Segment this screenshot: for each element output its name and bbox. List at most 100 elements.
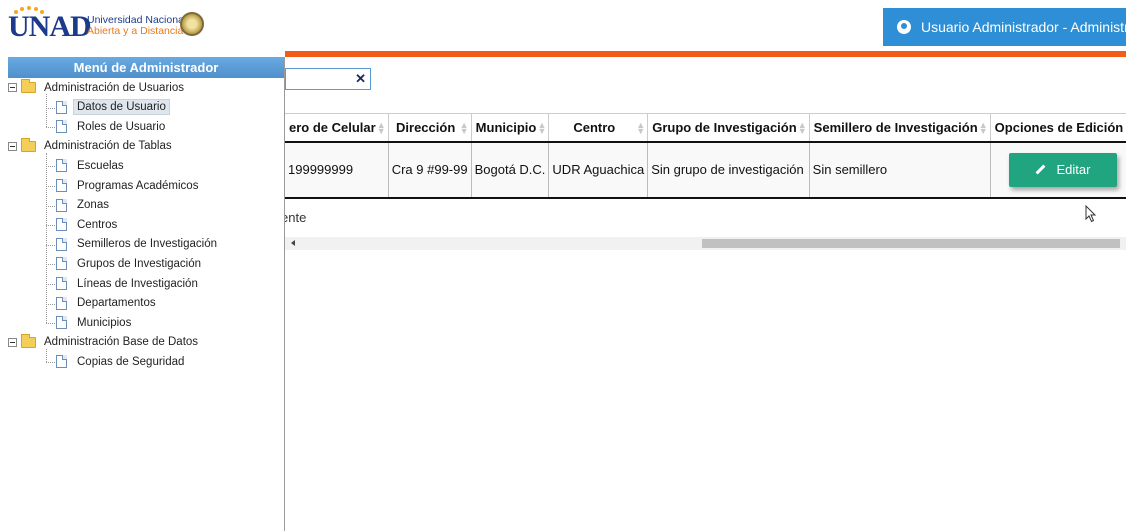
table-header-row: ero de Celular ▲ ▼ Dirección ▲ ▼ Municipio ▲ ▼ Ce… — [285, 113, 1126, 143]
menu-item[interactable]: Escuelas — [56, 156, 128, 175]
document-icon — [56, 296, 67, 310]
logo-text: UNAD — [8, 10, 92, 43]
collapse-icon[interactable] — [8, 337, 17, 347]
menu-item-label: Municipios — [77, 316, 132, 329]
column-header[interactable]: Semillero de Investigación ▲ ▼ — [809, 113, 991, 143]
document-icon — [56, 355, 67, 369]
menu-item[interactable]: Grupos de Investigación — [56, 254, 205, 273]
tree-connector — [46, 323, 55, 325]
tree-connector — [46, 205, 55, 207]
menu-item-label: Grupos de Investigación — [77, 257, 202, 270]
tree-connector — [46, 166, 55, 168]
table-cell: Cra 9 #99-99 — [388, 141, 472, 199]
document-icon — [56, 277, 67, 290]
menu-item-label: Escuelas — [77, 159, 124, 172]
menu-group-label: Administración Base de Datos — [44, 336, 199, 349]
unad-logo[interactable]: UNAD Universidad Nacional Abierta y a Di… — [8, 6, 228, 48]
sort-icon[interactable]: ▲▼ — [798, 121, 807, 136]
menu-group[interactable]: Administración de Usuarios — [8, 78, 188, 97]
document-icon — [56, 257, 67, 271]
column-header-label: ero de Celular — [289, 119, 376, 135]
table-cell: 199999999 — [285, 141, 389, 199]
menu-item-label: Departamentos — [77, 297, 156, 310]
close-icon[interactable]: ✕ — [355, 72, 366, 86]
menu-item[interactable]: Zonas — [56, 196, 113, 215]
university-name-line2: Abierta y a Distancia — [87, 25, 184, 37]
menu-group-label: Administración de Tablas — [44, 140, 172, 153]
table-cell: Sin grupo de investigación — [647, 141, 810, 199]
admin-sidebar: Menú de Administrador Administración de … — [8, 57, 285, 531]
sort-icon[interactable]: ▲▼ — [979, 121, 988, 136]
table-cell: Sin semillero — [809, 141, 991, 199]
sort-icon[interactable]: ▲▼ — [460, 121, 469, 136]
tree-connector — [46, 107, 55, 109]
menu-item[interactable]: Centros — [56, 215, 121, 234]
collapse-icon[interactable] — [8, 141, 17, 151]
document-icon — [56, 100, 67, 114]
menu-group[interactable]: Administración de Tablas — [8, 137, 176, 156]
document-icon — [56, 218, 67, 232]
column-header[interactable]: Centro ▲ ▼ — [548, 113, 649, 143]
column-header-label: Dirección — [396, 119, 456, 135]
sort-icon[interactable]: ▲▼ — [377, 121, 386, 136]
column-header[interactable]: Municipio ▲ ▼ — [471, 113, 550, 143]
collapse-icon[interactable] — [8, 83, 17, 92]
table-cell: UDR Aguachica — [548, 141, 649, 199]
tree-connector — [46, 94, 47, 128]
menu-item[interactable]: Copias de Seguridad — [56, 352, 188, 371]
menu-item-label: Zonas — [77, 199, 109, 212]
column-header[interactable]: ero de Celular ▲ ▼ — [285, 113, 389, 143]
sort-icon[interactable]: ▲▼ — [636, 121, 645, 136]
column-header[interactable]: Opciones de Edición▲▼ — [990, 113, 1126, 143]
university-name: Universidad Nacional Abierta y a Distanc… — [87, 15, 186, 37]
menu-item[interactable]: Semilleros de Investigación — [56, 235, 221, 254]
app-window: UNAD Universidad Nacional Abierta y a Di… — [0, 0, 1126, 531]
tree-connector — [46, 348, 47, 363]
horizontal-scrollbar[interactable] — [285, 237, 1126, 250]
menu-item-label: Datos de Usuario — [73, 99, 170, 116]
scroll-thumb[interactable] — [702, 239, 1120, 248]
table-row: 199999999 Cra 9 #99-99 Bogotá D.C. UDR Agua… — [285, 141, 1126, 199]
table-cell: Bogotá D.C. — [471, 141, 550, 199]
folder-icon — [21, 137, 36, 152]
menu-item[interactable]: Datos de Usuario — [56, 98, 170, 117]
menu-item[interactable]: Roles de Usuario — [56, 117, 169, 136]
column-header[interactable]: Dirección ▲ ▼ — [388, 113, 472, 143]
tree-connector — [46, 284, 55, 285]
tree-connector — [46, 264, 55, 266]
menu-group[interactable]: Administración Base de Datos — [8, 333, 202, 352]
menu-item-label: Líneas de Investigación — [77, 277, 198, 290]
user-menu-button[interactable]: Usuario Administrador - Administrador — [883, 8, 1126, 46]
menu-item[interactable]: Departamentos — [56, 294, 160, 313]
column-header-label: Grupo de Investigación — [652, 119, 797, 135]
document-icon — [56, 159, 67, 173]
sort-icon[interactable]: ▲▼ — [538, 121, 547, 136]
document-icon — [56, 198, 67, 212]
scroll-left-arrow-icon[interactable] — [291, 240, 295, 246]
users-table: ero de Celular ▲ ▼ Dirección ▲ ▼ Municipio ▲ ▼ Ce… — [285, 113, 1126, 199]
table-cell: Editar — [990, 141, 1126, 199]
table-body: 199999999 Cra 9 #99-99 Bogotá D.C. UDR Agua… — [285, 141, 1126, 199]
tree-connector — [46, 152, 47, 324]
column-header-label: Centro — [573, 119, 616, 135]
edit-button[interactable]: Editar — [1008, 152, 1117, 187]
menu-item[interactable]: Municipios — [56, 313, 135, 332]
tree-connector — [46, 362, 55, 364]
menu-item-label: Programas Académicos — [77, 179, 199, 192]
column-header[interactable]: Grupo de Investigación ▲ ▼ — [647, 113, 810, 143]
folder-icon — [21, 79, 36, 93]
user-label: Usuario Administrador - Administrador — [921, 19, 1126, 35]
search-input[interactable]: ✕ — [285, 68, 371, 90]
tree-connector — [46, 225, 55, 227]
document-icon — [56, 120, 67, 134]
edit-button-label: Editar — [1056, 162, 1091, 177]
document-icon — [56, 237, 67, 251]
pencil-icon — [1036, 164, 1046, 175]
menu-item-label: Centros — [77, 218, 118, 231]
header: UNAD Universidad Nacional Abierta y a Di… — [0, 0, 1126, 51]
menu-item-label: Semilleros de Investigación — [77, 238, 217, 251]
menu-item[interactable]: Programas Académicos — [56, 176, 202, 195]
tree-connector — [46, 244, 55, 246]
tree-connector — [46, 127, 55, 129]
menu-item[interactable]: Líneas de Investigación — [56, 274, 202, 293]
